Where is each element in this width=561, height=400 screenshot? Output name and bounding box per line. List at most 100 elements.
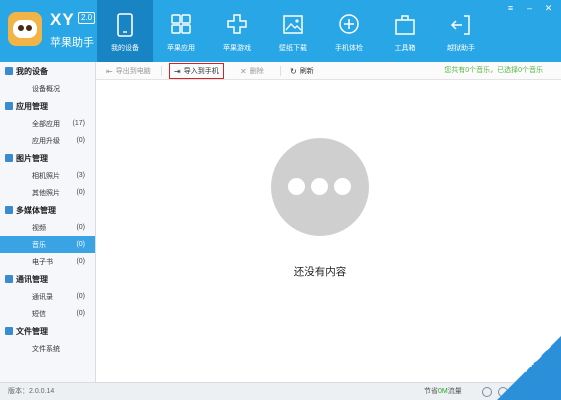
item-label: 短信: [32, 310, 46, 318]
delete-button[interactable]: ✕ 删除: [240, 62, 264, 80]
item-count: (0): [76, 310, 85, 317]
traffic-prefix: 节省: [424, 388, 438, 395]
version-label: 版本：2.0.0.14: [8, 388, 55, 395]
sidebar-item-address-book[interactable]: 通讯录 (0): [0, 288, 95, 305]
sidebar-item-ebook[interactable]: 电子书 (0): [0, 253, 95, 270]
minimize-icon[interactable]: –: [523, 3, 536, 14]
main-nav: 我的设备 苹果应用 苹果游戏 壁纸下载 手机体检 工具箱 越狱助手: [97, 0, 489, 62]
image-icon: [5, 154, 13, 162]
folder-icon: [5, 327, 13, 335]
item-count: (3): [76, 172, 85, 179]
delete-label: 删除: [249, 68, 264, 75]
content-area: 还没有内容: [96, 80, 561, 382]
item-label: 应用升级: [32, 137, 60, 145]
item-label: 相机照片: [32, 172, 60, 180]
sidebar-item-sms[interactable]: 短信 (0): [0, 305, 95, 322]
empty-state-text: 还没有内容: [293, 266, 347, 278]
refresh-button[interactable]: ↻ 刷新: [290, 62, 314, 80]
nav-my-device[interactable]: 我的设备: [97, 0, 153, 62]
title-bar: XY 2.0 苹果助手 我的设备 苹果应用 苹果游戏 壁纸下载 手机体检 工具箱: [0, 0, 561, 62]
toolbar-divider: [280, 66, 281, 76]
toolbox-icon: [395, 15, 415, 35]
brand-name: 苹果助手: [50, 37, 94, 49]
item-count: (17): [72, 120, 85, 127]
app-logo: [8, 12, 42, 46]
empty-state-icon: [271, 138, 369, 236]
sidebar-item-file-system[interactable]: 文件系统: [0, 340, 95, 357]
nav-label: 手机体检: [335, 45, 363, 52]
item-label: 设备概况: [32, 85, 60, 93]
group-title: 图片管理: [16, 153, 48, 163]
apps-icon: [5, 102, 13, 110]
sidebar-group-files[interactable]: 文件管理: [0, 322, 95, 340]
brand-version: 2.0: [78, 12, 96, 24]
export-to-pc-button[interactable]: ⇤ 导出到电脑: [106, 62, 151, 80]
group-title: 应用管理: [16, 101, 48, 111]
sidebar-group-apps[interactable]: 应用管理: [0, 97, 95, 115]
toolbar: ⇤ 导出到电脑 ⇥ 导入到手机 ✕ 删除 ↻ 刷新 您共有0个音乐，已选择0个音乐: [96, 62, 561, 80]
nav-label: 苹果应用: [167, 45, 195, 52]
sidebar-item-camera-photos[interactable]: 相机照片 (3): [0, 167, 95, 184]
sidebar-group-device[interactable]: 我的设备: [0, 62, 95, 80]
nav-apple-games[interactable]: 苹果游戏: [209, 0, 265, 62]
item-count: (0): [76, 137, 85, 144]
sidebar-item-all-apps[interactable]: 全部应用 (17): [0, 115, 95, 132]
nav-wallpaper[interactable]: 壁纸下载: [265, 0, 321, 62]
selection-status: 您共有0个音乐，已选择0个音乐: [444, 67, 543, 74]
export-label: 导出到电脑: [115, 68, 151, 75]
contacts-icon: [5, 275, 13, 283]
traffic-saved: 节省0M流量: [424, 383, 462, 400]
item-label: 文件系统: [32, 345, 60, 353]
item-label: 视频: [32, 224, 46, 232]
sidebar-group-contacts[interactable]: 通讯管理: [0, 270, 95, 288]
import-label: 导入到手机: [183, 68, 219, 75]
window-controls: ≡ – ✕: [504, 3, 555, 14]
item-label: 通讯录: [32, 293, 53, 301]
toolbar-divider: [161, 66, 162, 76]
sidebar-item-video[interactable]: 视频 (0): [0, 219, 95, 236]
item-label: 其他照片: [32, 189, 60, 197]
nav-jailbreak[interactable]: 越狱助手: [433, 0, 489, 62]
nav-toolbox[interactable]: 工具箱: [377, 0, 433, 62]
nav-label: 工具箱: [394, 45, 416, 52]
item-count: (0): [76, 258, 85, 265]
wallpaper-icon: [283, 15, 303, 34]
menu-icon[interactable]: ≡: [504, 3, 517, 14]
nav-apple-apps[interactable]: 苹果应用: [153, 0, 209, 62]
jailbreak-icon: [450, 15, 470, 35]
traffic-value: 0M: [438, 388, 448, 395]
nav-label: 我的设备: [111, 45, 139, 52]
group-title: 通讯管理: [16, 274, 48, 284]
delete-icon: ✕: [240, 66, 247, 76]
device-icon: [117, 13, 133, 37]
checkup-icon: [339, 14, 359, 34]
brand-xy: XY: [50, 10, 75, 29]
nav-label: 越狱助手: [447, 45, 475, 52]
sidebar-item-other-photos[interactable]: 其他照片 (0): [0, 184, 95, 201]
game-icon: [227, 14, 247, 34]
refresh-icon: ↻: [290, 66, 297, 76]
sidebar-group-media[interactable]: 多媒体管理: [0, 201, 95, 219]
settings-icon[interactable]: [482, 387, 492, 397]
sidebar-item-music[interactable]: 音乐 (0): [0, 236, 95, 253]
nav-label: 苹果游戏: [223, 45, 251, 52]
nav-phone-checkup[interactable]: 手机体检: [321, 0, 377, 62]
item-count: (0): [76, 241, 85, 248]
item-label: 电子书: [32, 258, 53, 266]
refresh-label: 刷新: [299, 68, 314, 75]
export-icon: ⇤: [106, 66, 113, 76]
sidebar-item-overview[interactable]: 设备概况: [0, 80, 95, 97]
item-count: (0): [76, 189, 85, 196]
media-icon: [5, 206, 13, 214]
group-title: 多媒体管理: [16, 205, 56, 215]
apps-icon: [171, 14, 191, 34]
item-label: 音乐: [32, 241, 46, 249]
group-title: 我的设备: [16, 66, 48, 76]
item-label: 全部应用: [32, 120, 60, 128]
close-icon[interactable]: ✕: [542, 3, 555, 14]
import-to-phone-button[interactable]: ⇥ 导入到手机: [169, 63, 224, 79]
nav-label: 壁纸下载: [279, 45, 307, 52]
sidebar-item-app-upgrade[interactable]: 应用升级 (0): [0, 132, 95, 149]
item-count: (0): [76, 293, 85, 300]
sidebar-group-photos[interactable]: 图片管理: [0, 149, 95, 167]
